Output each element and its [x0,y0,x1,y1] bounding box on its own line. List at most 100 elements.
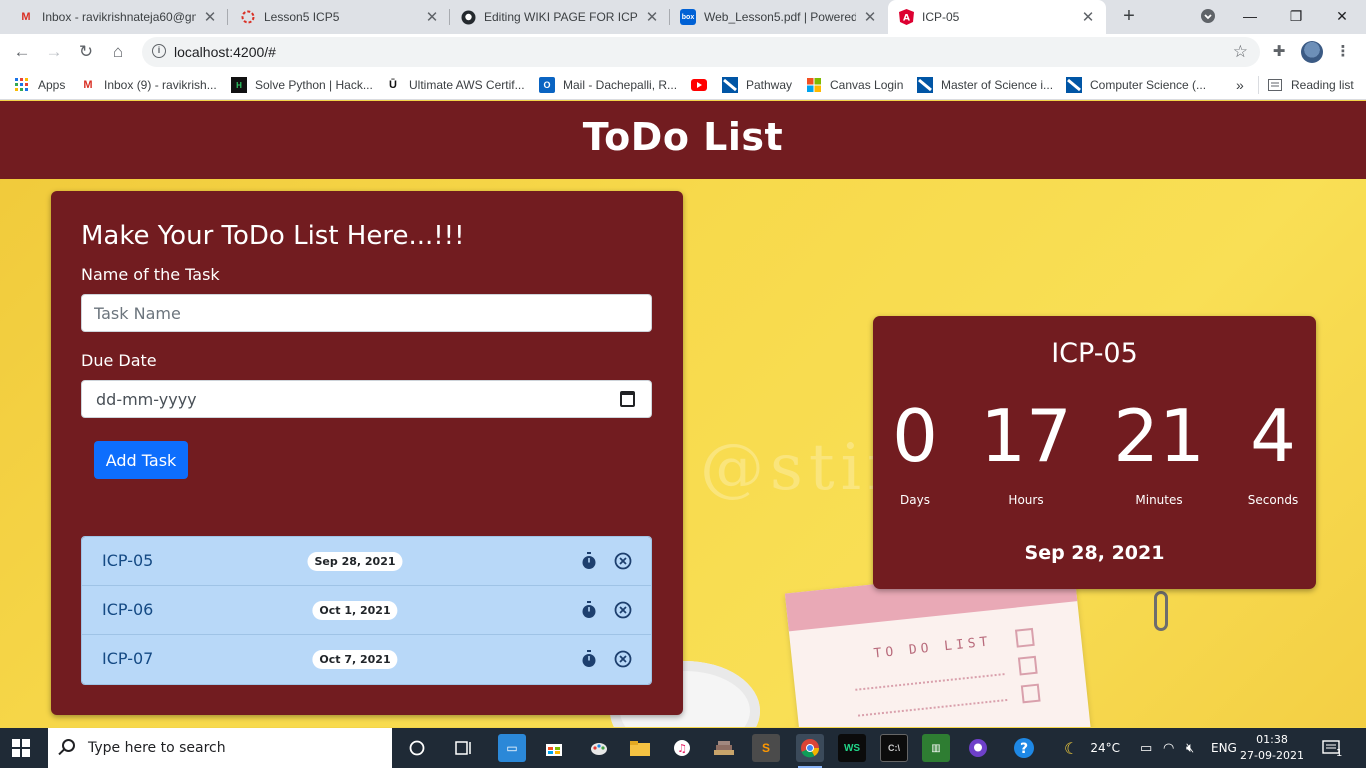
back-arrow-icon[interactable]: ← [10,40,34,64]
bookmark-youtube[interactable] [691,76,715,94]
microsoft-icon [806,77,822,93]
command-prompt-icon[interactable]: C:\ [880,734,908,762]
windows-start-icon[interactable] [12,739,30,757]
countdown-hours: 17 Hours [971,396,1081,507]
countdown-hours-label: Hours [1008,493,1044,507]
chrome-icon[interactable] [796,734,824,768]
window-close-button[interactable]: ✕ [1322,4,1362,28]
wifi-icon[interactable]: ◠ [1163,728,1174,768]
notification-count-badge: 1 [1336,747,1343,759]
battery-icon[interactable]: ▭ [1140,728,1152,768]
minimize-button[interactable]: — [1230,4,1270,28]
browser-tab-icp05[interactable]: A ICP-05 ✕ [888,0,1106,34]
reading-list-button[interactable]: Reading list [1258,76,1354,94]
task-view-icon[interactable] [450,734,478,762]
charts-app-icon[interactable]: ▥ [922,734,950,762]
reading-list-icon [1267,77,1283,93]
bookmarks-bar: Apps M Inbox (9) - ravikrish... H Solve … [0,70,1366,100]
store-icon[interactable] [540,734,568,762]
weather-widget[interactable]: ☾ 24°C [1064,728,1120,768]
bookmark-master-of-science[interactable]: Master of Science i... [917,76,1053,94]
reading-list-label: Reading list [1291,78,1354,92]
profile-avatar[interactable] [1301,41,1323,63]
browser-toolbar: ← → ↻ ⌂ i localhost:4200/# ☆ ✚ ⋮ [0,34,1366,70]
bookmark-label: Canvas Login [830,78,904,92]
background-paperclip [1154,591,1168,631]
address-bar[interactable]: i localhost:4200/# ☆ [142,37,1260,67]
webstorm-icon[interactable]: WS [838,734,866,762]
stopwatch-icon[interactable] [581,601,597,619]
notification-center-icon[interactable]: 1 [1322,728,1342,768]
bookmark-star-icon[interactable]: ☆ [1233,42,1248,62]
countdown-seconds-value: 4 [1250,394,1296,478]
loading-icon [240,9,256,25]
countdown-card: ICP-05 0 Days 17 Hours 21 Minutes 4 Seco… [873,316,1316,589]
language-indicator[interactable]: ENG [1211,728,1237,768]
browser-tab-lesson5[interactable]: Lesson5 ICP5 ✕ [230,0,450,34]
browser-tab-box-pdf[interactable]: box Web_Lesson5.pdf | Powered by Box ✕ [670,0,888,34]
bookmark-canvas[interactable]: Canvas Login [806,76,903,94]
moon-icon: ☾ [1064,738,1079,758]
forward-arrow-icon[interactable]: → [42,40,66,64]
task-row[interactable]: ICP-05 Sep 28, 2021 [82,537,651,586]
apps-grid-icon [14,77,30,93]
task-row[interactable]: ICP-06 Oct 1, 2021 [82,586,651,635]
remove-circle-icon[interactable] [614,601,632,619]
clock-date: 27-09-2021 [1240,749,1304,762]
stopwatch-icon[interactable] [581,650,597,668]
task-row[interactable]: ICP-07 Oct 7, 2021 [82,635,651,684]
svg-text:A: A [903,14,910,24]
bookmarks-overflow-button[interactable]: » [1236,76,1244,94]
remove-circle-icon[interactable] [614,552,632,570]
page-title: ToDo List [582,115,784,159]
stopwatch-icon[interactable] [581,552,597,570]
bookmark-gmail[interactable]: M Inbox (9) - ravikrish... [80,76,216,94]
reload-icon[interactable]: ↻ [74,40,98,64]
due-date-input[interactable]: dd-mm-yyyy [81,380,652,418]
paint-icon[interactable] [585,734,613,762]
taskbar-clock[interactable]: 01:38 27-09-2021 [1240,732,1304,764]
taskbar-search-box[interactable]: Type here to search [48,728,392,768]
umkc-icon [1066,77,1082,93]
site-info-icon[interactable]: i [152,44,166,58]
github-desktop-icon[interactable] [964,734,992,762]
cortana-circle-icon[interactable] [403,734,431,762]
menu-kebab-icon[interactable]: ⋮ [1332,41,1354,63]
terminal-app-icon[interactable]: ▭ [498,734,526,762]
task-name-input[interactable] [81,294,652,332]
countdown-hours-value: 17 [980,394,1072,478]
bookmark-computer-science[interactable]: Computer Science (... [1066,76,1206,94]
close-icon[interactable]: ✕ [1080,8,1096,26]
books-icon[interactable] [710,734,738,762]
close-icon[interactable]: ✕ [862,8,878,26]
extensions-puzzle-icon[interactable]: ✚ [1268,41,1290,63]
close-icon[interactable]: ✕ [424,8,440,26]
bookmark-hackerrank[interactable]: H Solve Python | Hack... [231,76,373,94]
close-icon[interactable]: ✕ [644,8,660,26]
help-icon[interactable]: ? [1010,734,1038,762]
task-name: ICP-05 [102,551,154,570]
gmail-icon: M [83,79,93,91]
bookmark-outlook[interactable]: O Mail - Dachepalli, R... [539,76,677,94]
form-title: Make Your ToDo List Here...!!! [81,221,465,251]
volume-muted-icon[interactable]: 🔇︎ [1186,728,1194,768]
bookmark-apps[interactable]: Apps [14,76,65,94]
sublime-text-icon[interactable]: S [752,734,780,762]
app-header: ToDo List [0,101,1366,179]
tab-search-icon[interactable] [1188,4,1228,28]
calendar-icon[interactable] [620,391,635,407]
browser-tab-strip: M Inbox - ravikrishnateja60@gmail.com ✕ … [0,0,1366,34]
home-icon[interactable]: ⌂ [106,40,130,64]
file-explorer-icon[interactable] [626,734,654,762]
browser-tab-github[interactable]: Editing WIKI PAGE FOR ICP 05 ✕ [450,0,670,34]
bookmark-pathway[interactable]: Pathway [722,76,792,94]
close-icon[interactable]: ✕ [202,8,218,26]
restore-button[interactable]: ❐ [1276,4,1316,28]
browser-tab-gmail[interactable]: M Inbox - ravikrishnateja60@gmail.com ✕ [8,0,228,34]
new-tab-button[interactable]: + [1116,5,1142,29]
clock-time: 01:38 [1256,733,1288,746]
add-task-button[interactable]: Add Task [94,441,188,479]
remove-circle-icon[interactable] [614,650,632,668]
itunes-icon[interactable]: ♫ [668,734,696,762]
bookmark-udemy[interactable]: Ū Ultimate AWS Certif... [385,76,525,94]
